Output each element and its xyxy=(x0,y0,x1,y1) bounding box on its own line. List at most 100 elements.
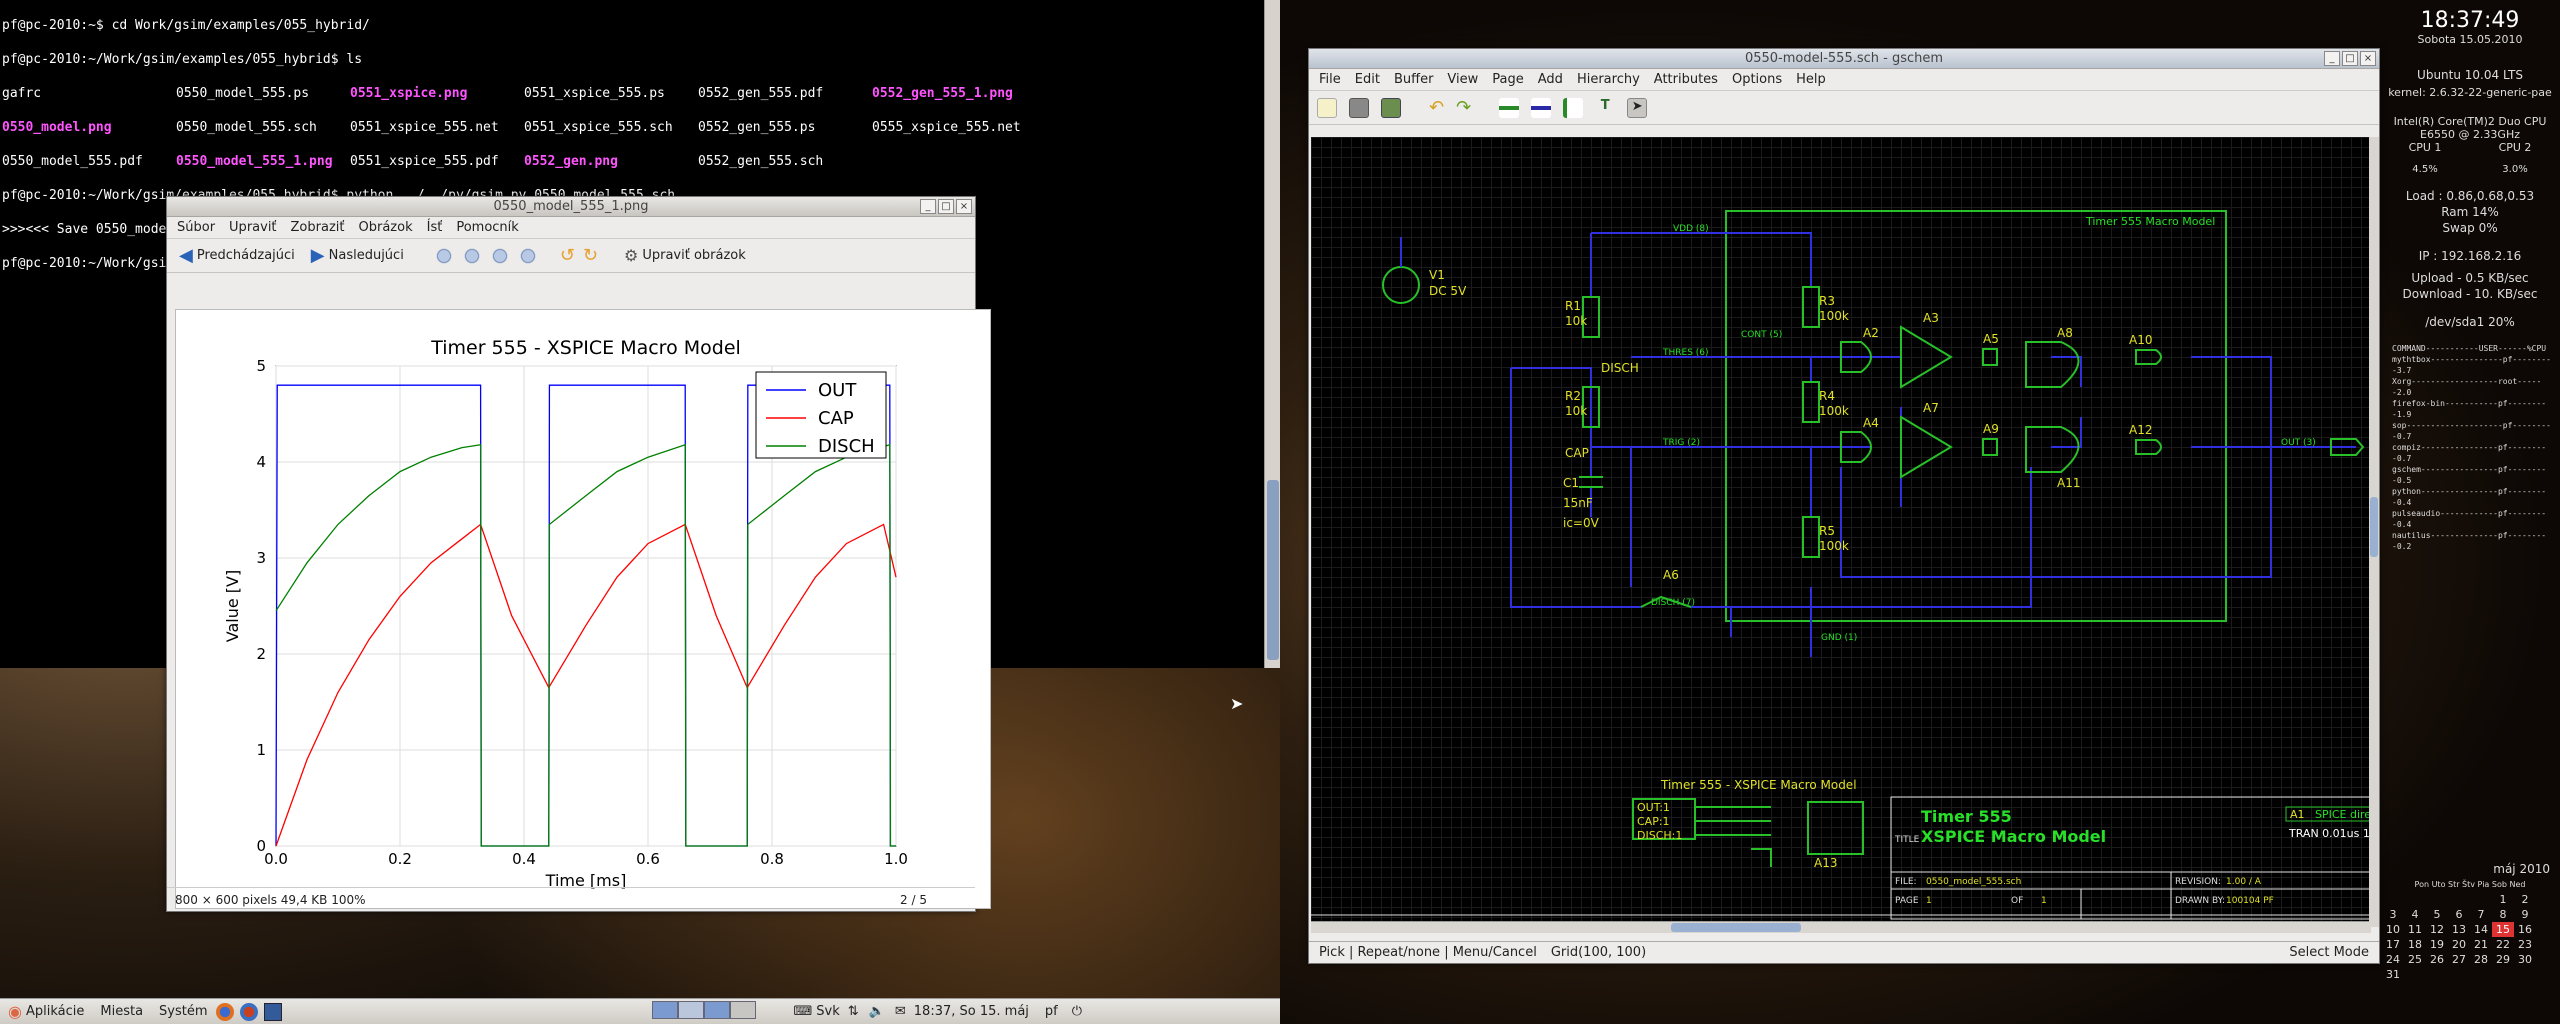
conky-date: Sobota 15.05.2010 xyxy=(2417,33,2523,46)
menu-file[interactable]: File xyxy=(1319,72,1341,87)
calendar-day xyxy=(2426,967,2448,982)
menu-go[interactable]: Ísť xyxy=(427,220,443,235)
minimize-icon[interactable]: _ xyxy=(920,199,936,214)
power-icon[interactable]: ⏻ xyxy=(1072,1004,1082,1019)
menu-edit[interactable]: Upraviť xyxy=(229,220,276,235)
ls-entry: 0552_gen_555.ps xyxy=(698,120,816,135)
menu-help[interactable]: Help xyxy=(1796,72,1826,87)
resistor-r4[interactable] xyxy=(1802,381,1820,423)
maximize-icon[interactable]: □ xyxy=(2342,51,2358,66)
keyboard-layout[interactable]: ⌨ Svk xyxy=(786,1004,848,1019)
network-icon[interactable]: ⇅ xyxy=(848,1004,859,1019)
zoom-fit-icon[interactable] xyxy=(517,245,538,266)
undo-icon[interactable]: ↶ xyxy=(1429,97,1444,118)
gnd-net: GND (1) xyxy=(1821,633,1857,643)
menu-buffer[interactable]: Buffer xyxy=(1394,72,1433,87)
buffer-a5[interactable] xyxy=(1982,348,1998,366)
add-net-icon[interactable] xyxy=(1531,97,1552,118)
applications-menu[interactable]: ◉ Aplikácie xyxy=(0,1002,92,1021)
prev-button[interactable]: ◀ Predchádzajúci xyxy=(175,243,299,268)
close-icon[interactable]: × xyxy=(2360,51,2376,66)
conky-download: Download - 10. KB/sec xyxy=(2402,287,2538,301)
capacitor-c1[interactable] xyxy=(1579,476,1603,488)
schematic-svg: Timer 555 Macro Model V1 DC 5V R1 10k R2… xyxy=(1311,210,2371,920)
user-menu[interactable]: pf xyxy=(1037,1004,1066,1019)
resistor-r3[interactable] xyxy=(1802,286,1820,328)
close-icon[interactable]: × xyxy=(956,199,972,214)
menu-hierarchy[interactable]: Hierarchy xyxy=(1577,72,1640,87)
menu-view[interactable]: Zobraziť xyxy=(291,220,345,235)
clock[interactable]: 18:37, So 15. máj xyxy=(906,1004,1037,1019)
gschem-window[interactable]: 0550-model-555.sch - gschem _ □ × File Edit… xyxy=(1308,48,2380,964)
nand-a8[interactable] xyxy=(2025,341,2080,388)
new-file-icon[interactable] xyxy=(1317,97,1337,118)
menu-options[interactable]: Options xyxy=(1732,72,1782,87)
next-button[interactable]: ▶ Nasledujúci xyxy=(307,243,408,268)
buffer-a9[interactable] xyxy=(1982,438,1998,456)
rotate-left-icon[interactable]: ↺ xyxy=(560,245,575,266)
image-info: 800 × 600 pixels 49,4 KB 100% xyxy=(175,892,366,907)
volume-icon[interactable]: 🔈 xyxy=(869,1004,885,1019)
tb-of-value: 1 xyxy=(2041,896,2047,906)
select-pointer-icon[interactable]: ➤ xyxy=(1627,97,1648,118)
terminal-scrollbar[interactable] xyxy=(1264,0,1280,668)
firefox-icon[interactable] xyxy=(215,1002,234,1021)
mail-icon[interactable]: ✉ xyxy=(895,1004,906,1019)
thres-net: THRES (6) xyxy=(1662,348,1709,358)
image-viewer-window[interactable]: 0550_model_555_1.png _ □ × Súbor Upraviť Zob… xyxy=(166,196,991,912)
zoom-out-icon[interactable] xyxy=(461,245,482,266)
r3-value: 100k xyxy=(1819,309,1849,323)
buffer-a12[interactable] xyxy=(2135,439,2162,455)
maximize-icon[interactable]: □ xyxy=(938,199,954,214)
zoom-in-icon[interactable] xyxy=(433,245,454,266)
open-file-icon[interactable] xyxy=(1349,97,1369,118)
c1-ic: ic=0V xyxy=(1563,516,1600,530)
horizontal-scrollbar[interactable] xyxy=(1311,921,2371,933)
nand-a11[interactable] xyxy=(2025,426,2080,473)
conky-ram: Ram 14% xyxy=(2441,205,2499,219)
calendar-day: 11 xyxy=(2408,923,2422,936)
comparator-a3[interactable] xyxy=(1900,325,1953,389)
menu-attributes[interactable]: Attributes xyxy=(1654,72,1718,87)
workspace-switcher[interactable] xyxy=(651,1000,756,1023)
scrollbar-thumb[interactable] xyxy=(1267,480,1279,660)
calendar-day: 12 xyxy=(2430,923,2444,936)
viewer-titlebar[interactable]: 0550_model_555_1.png _ □ × xyxy=(167,197,975,217)
keyboard-icon: ⌨ xyxy=(793,1004,813,1019)
vertical-scrollbar[interactable] xyxy=(2369,137,2379,927)
menu-add[interactable]: Add xyxy=(1538,72,1563,87)
conky-os: Ubuntu 10.04 LTS xyxy=(2417,68,2523,82)
rotate-right-icon[interactable]: ↻ xyxy=(583,245,598,266)
add-component-icon[interactable] xyxy=(1499,97,1520,118)
redo-icon[interactable]: ↷ xyxy=(1456,97,1471,118)
menu-help[interactable]: Pomocník xyxy=(456,220,518,235)
calendar-day: 21 xyxy=(2474,938,2488,951)
add-text-icon[interactable]: T xyxy=(1595,98,1615,118)
comparator-a7[interactable] xyxy=(1900,415,1953,479)
gschem-titlebar[interactable]: 0550-model-555.sch - gschem _ □ × xyxy=(1309,49,2379,69)
resistor-r5[interactable] xyxy=(1802,516,1820,558)
schematic-canvas[interactable]: Timer 555 Macro Model V1 DC 5V R1 10k R2… xyxy=(1311,137,2371,929)
scrollbar-thumb[interactable] xyxy=(1671,923,1801,932)
user-label: pf xyxy=(1044,1004,1058,1019)
thunderbird-icon[interactable] xyxy=(239,1002,258,1021)
system-menu[interactable]: Systém xyxy=(151,1004,215,1019)
voltage-source-v1[interactable] xyxy=(1382,266,1420,304)
bottom-panel: ◉ Aplikácie Miesta Systém ⌨ Svk ⇅ 🔈 ✉ 18:3… xyxy=(0,998,1280,1024)
menu-file[interactable]: Súbor xyxy=(177,220,215,235)
zoom-normal-icon[interactable] xyxy=(489,245,510,266)
menu-edit[interactable]: Edit xyxy=(1355,72,1380,87)
menu-page[interactable]: Page xyxy=(1492,72,1523,87)
app-icon[interactable] xyxy=(263,1002,282,1021)
calendar-day: 9 xyxy=(2521,908,2529,921)
buffer-a10[interactable] xyxy=(2135,349,2162,365)
places-menu[interactable]: Miesta xyxy=(92,1004,151,1019)
add-bus-icon[interactable] xyxy=(1563,97,1584,118)
save-file-icon[interactable] xyxy=(1381,97,1401,118)
r2-value: 10k xyxy=(1565,404,1587,418)
menu-view[interactable]: View xyxy=(1447,72,1478,87)
scrollbar-thumb[interactable] xyxy=(2370,497,2378,557)
menu-image[interactable]: Obrázok xyxy=(359,220,413,235)
minimize-icon[interactable]: _ xyxy=(2324,51,2340,66)
edit-image-button[interactable]: ⚙ Upraviť obrázok xyxy=(620,244,750,267)
